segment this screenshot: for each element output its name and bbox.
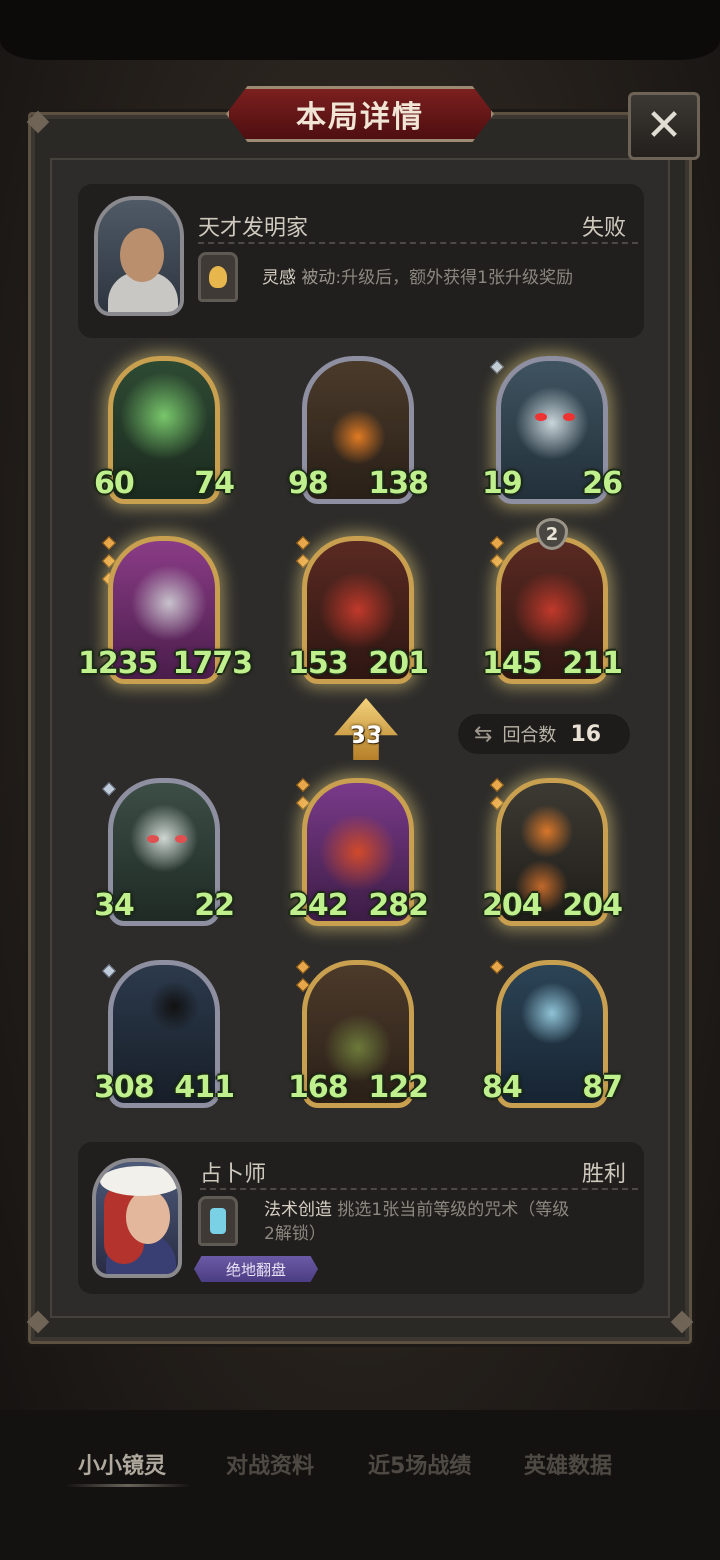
self-result: 胜利 [582,1162,627,1187]
close-button[interactable]: ✕ [628,92,700,160]
unit-card-3[interactable]: 19 26 [482,356,623,506]
unit-health: 22 [194,888,235,923]
unit-card-9[interactable]: 204 204 [482,777,623,928]
unit-health: 201 [368,646,429,681]
opponent-name: 天才发明家 [198,216,309,241]
lightbulb-icon[interactable] [198,252,238,302]
unit-card-4[interactable]: 1235 1773 [78,535,253,686]
self-name: 占卜师 [200,1162,267,1187]
comeback-tag: 绝地翻盘 [194,1256,318,1282]
unit-health: 1773 [172,646,253,681]
divider [200,1188,638,1190]
unit-health: 282 [368,888,429,923]
panel-title-plate: 本局详情 [226,86,494,142]
tab-battle-info[interactable]: 对战资料 [226,1448,314,1480]
repeat-icon: ⇆ [474,721,493,747]
rounds-counter: ⇆ 回合数 16 [458,714,630,754]
unit-health: 138 [368,466,429,501]
unit-health: 74 [194,466,235,501]
spellbook-icon[interactable] [198,1196,238,1246]
unit-card-6[interactable]: 2 145 211 [482,518,623,686]
skill-desc-cont: 2解锁） [264,1224,326,1244]
unit-card-1[interactable]: 60 74 [94,356,235,506]
divider [198,242,638,244]
unit-card-12[interactable]: 84 87 [482,959,623,1110]
top-shade [0,0,720,60]
unit-attack: 153 [288,646,349,681]
rounds-label: 回合数 [502,725,557,746]
unit-attack: 308 [94,1070,155,1105]
unit-attack: 145 [482,646,543,681]
rounds-value: 16 [570,721,602,747]
opponent-result: 失败 [582,216,627,241]
unit-card-8[interactable]: 242 282 [288,777,429,928]
skill-type: 被动 [301,268,336,288]
unit-card-2[interactable]: 98 138 [288,356,429,506]
unit-attack: 242 [288,888,349,923]
unit-attack: 204 [482,888,543,923]
self-skill: 法术创造 挑选1张当前等级的咒术（等级 2解锁） [264,1198,634,1246]
unit-attack: 60 [94,466,135,501]
unit-card-10[interactable]: 308 411 [94,960,235,1110]
inventor-hero-portrait[interactable] [94,196,184,316]
level-up-value: 33 [349,721,383,749]
panel-title: 本局详情 [296,100,424,135]
close-x-icon: ✕ [645,100,683,151]
unit-health: 26 [582,466,623,501]
unit-attack: 34 [94,888,135,923]
tab-recent-records[interactable]: 近5场战绩 [368,1448,471,1480]
unit-health: 411 [174,1070,235,1105]
unit-attack: 168 [288,1070,349,1105]
unit-attack: 1235 [78,646,158,681]
unit-attack: 19 [482,466,523,501]
fortune-teller-hero-portrait[interactable] [92,1158,182,1278]
unit-health: 211 [562,646,623,681]
skill-desc: 挑选1张当前等级的咒术（等级 [337,1200,570,1220]
tab-mirror-spirit[interactable]: 小小镜灵 [78,1448,166,1480]
unit-health: 204 [562,888,623,923]
unit-attack: 84 [482,1070,523,1105]
opponent-skill: 灵感 被动:升级后，额外获得1张升级奖励 [262,266,573,290]
tab-hero-data[interactable]: 英雄数据 [524,1448,612,1480]
unit-card-5[interactable]: 153 201 [288,535,429,686]
unit-card-11[interactable]: 168 122 [288,959,429,1110]
skill-name: 灵感 [262,268,296,288]
unit-attack: 98 [288,466,329,501]
active-tab-indicator [66,1484,190,1487]
unit-health: 87 [582,1070,623,1105]
unit-health: 122 [368,1070,429,1105]
skill-name: 法术创造 [264,1200,332,1220]
unit-card-7[interactable]: 34 22 [94,778,235,928]
skill-desc: :升级后，额外获得1张升级奖励 [335,268,573,288]
